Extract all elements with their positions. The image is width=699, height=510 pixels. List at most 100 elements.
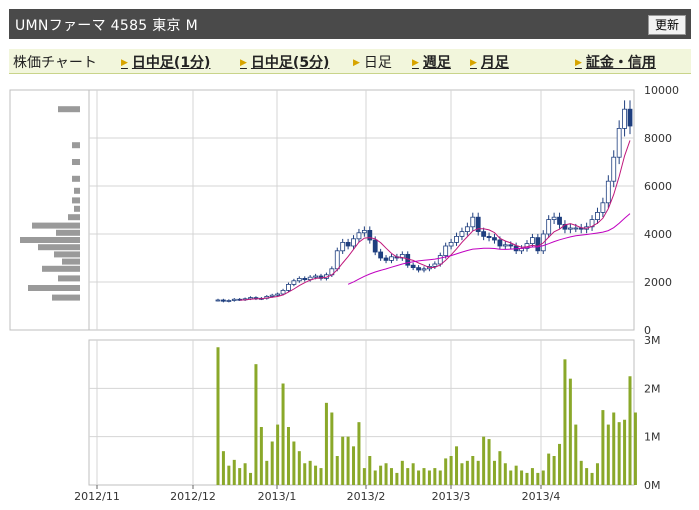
volume-profile-bar xyxy=(56,229,80,236)
volume-bar xyxy=(232,459,236,485)
volume-profile-bar xyxy=(38,244,80,251)
volume-bar xyxy=(552,456,556,485)
volume-profile-bar xyxy=(72,175,80,182)
candle xyxy=(502,244,508,247)
candle xyxy=(291,280,297,285)
candle xyxy=(334,250,340,270)
nav-intraday-5min[interactable]: ▶ 日中足(5分) xyxy=(240,52,329,72)
volume-profile-bar xyxy=(52,294,80,301)
volume-bar xyxy=(465,460,469,485)
candle xyxy=(345,241,351,247)
candle xyxy=(378,251,384,259)
nav-monthly[interactable]: ▶ 月足 xyxy=(470,52,509,72)
candle xyxy=(481,231,487,237)
candle xyxy=(535,237,541,252)
volume-bar xyxy=(373,470,377,485)
x-tick-label: 2012/12 xyxy=(170,490,216,503)
candle xyxy=(351,238,356,247)
candle xyxy=(416,267,421,271)
x-tick-label: 2013/1 xyxy=(258,490,297,503)
volume-bar xyxy=(341,436,345,485)
volume-profile-bar xyxy=(28,285,80,291)
candle xyxy=(215,299,221,302)
candle xyxy=(410,264,416,268)
refresh-button[interactable]: 更新 xyxy=(647,15,686,35)
price-panel xyxy=(88,89,635,331)
volume-bar xyxy=(492,460,496,485)
candle xyxy=(421,268,427,271)
candle xyxy=(275,293,281,296)
volume-bar xyxy=(530,468,534,485)
volume-bar xyxy=(595,463,599,485)
price-tick-label: 2000 xyxy=(644,276,672,289)
arrow-right-icon: ▶ xyxy=(353,58,360,68)
volume-bar xyxy=(411,463,415,485)
candle xyxy=(605,180,611,204)
candle xyxy=(454,235,459,243)
volume-bar xyxy=(541,470,545,485)
volume-tick-label: 3M xyxy=(644,334,661,347)
candle xyxy=(486,235,492,238)
candle xyxy=(389,256,394,261)
candle xyxy=(356,232,362,240)
volume-bar xyxy=(623,419,627,485)
volume-bar xyxy=(427,470,431,485)
nav-margin[interactable]: ▶ 証金・信用 xyxy=(575,52,656,72)
volume-panel xyxy=(88,339,635,486)
volume-bar xyxy=(216,347,220,485)
volume-bar xyxy=(476,460,480,485)
x-tick-label: 2013/2 xyxy=(347,490,386,503)
volume-bar xyxy=(438,470,442,485)
volume-bar xyxy=(286,427,290,485)
price-tick-label: 4000 xyxy=(644,228,672,241)
volume-bar xyxy=(471,456,475,485)
volume-bar xyxy=(563,359,567,485)
volume-bar xyxy=(503,463,507,485)
volume-profile-bar xyxy=(62,258,80,265)
candle xyxy=(226,300,232,302)
volume-profile-bar xyxy=(58,106,80,113)
nav-margin-label: 証金・信用 xyxy=(585,55,656,71)
volume-bar xyxy=(238,468,242,485)
candle xyxy=(470,216,476,228)
candle xyxy=(611,156,617,182)
volume-profile-bar xyxy=(74,205,80,212)
title-bar: UMNファーマ 4585 東京 M 更新 xyxy=(9,9,691,39)
volume-profile-bar xyxy=(72,159,80,165)
nav-intraday-5min-label: 日中足(5分) xyxy=(250,55,330,71)
candle xyxy=(492,237,497,241)
volume-bar xyxy=(362,468,366,485)
volume-bar xyxy=(568,378,572,485)
price-tick-label: 10000 xyxy=(644,84,679,97)
x-tick-label: 2013/3 xyxy=(432,490,471,503)
nav-intraday-1min-label: 日中足(1分) xyxy=(131,55,211,71)
volume-profile-bar xyxy=(20,237,80,243)
volume-bar xyxy=(525,472,529,485)
nav-weekly[interactable]: ▶ 週足 xyxy=(412,52,451,72)
volume-bar xyxy=(384,463,388,485)
volume-bar xyxy=(449,456,453,485)
volume-bar xyxy=(303,463,307,485)
volume-bar xyxy=(292,441,296,485)
nav-intraday-1min[interactable]: ▶ 日中足(1分) xyxy=(121,52,210,72)
nav-daily: ▶ 日足 xyxy=(353,52,392,72)
volume-bar xyxy=(558,443,562,485)
volume-bar xyxy=(433,468,437,485)
volume-bar xyxy=(422,468,426,485)
volume-bar xyxy=(633,412,637,485)
candle xyxy=(383,257,389,261)
candle xyxy=(221,299,226,302)
x-tick-label: 2012/11 xyxy=(74,490,120,503)
volume-bar xyxy=(357,422,361,485)
volume-profile-bar xyxy=(74,187,80,194)
candle xyxy=(595,211,600,220)
candle xyxy=(448,241,454,247)
volume-bar xyxy=(487,439,491,485)
arrow-right-icon: ▶ xyxy=(575,58,582,68)
volume-bar xyxy=(319,468,323,485)
candle xyxy=(361,229,367,234)
volume-bar xyxy=(579,460,583,485)
candle xyxy=(367,229,373,241)
volume-bar xyxy=(590,472,594,485)
volume-bar xyxy=(249,472,253,485)
